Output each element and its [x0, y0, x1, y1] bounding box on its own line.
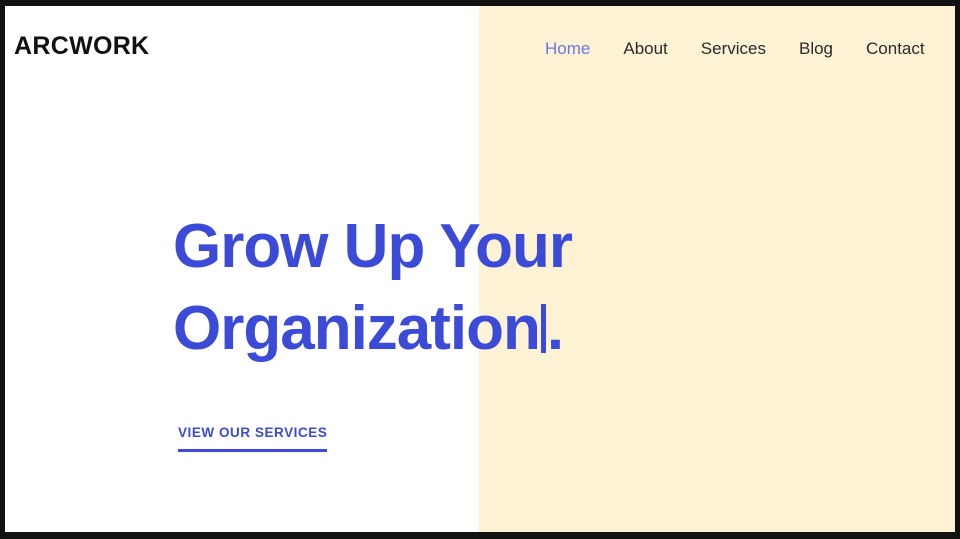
hero-heading-typed-text: Organization	[173, 294, 541, 364]
hero-heading-line-1: Grow Up Your	[173, 212, 573, 281]
text-cursor-icon	[540, 303, 546, 354]
view-our-services-link[interactable]: VIEW OUR SERVICES	[178, 426, 328, 452]
nav-item-contact[interactable]: Contact	[866, 39, 925, 59]
main-navigation: Home About Services Blog Contact	[545, 39, 925, 59]
hero-heading: Grow Up Your Organization.	[173, 206, 873, 371]
nav-item-about[interactable]: About	[623, 39, 667, 59]
browser-frame: ARCWORK Home About Services Blog Contact…	[0, 0, 960, 539]
nav-item-services[interactable]: Services	[701, 39, 766, 59]
hero-section: Grow Up Your Organization. VIEW OUR SERV…	[173, 206, 873, 452]
nav-item-home[interactable]: Home	[545, 39, 590, 59]
hero-heading-line-2: Organization.	[173, 288, 873, 370]
site-header: ARCWORK Home About Services Blog Contact	[5, 6, 955, 88]
nav-item-blog[interactable]: Blog	[799, 39, 833, 59]
hero-cta-wrapper: VIEW OUR SERVICES	[178, 424, 328, 452]
site-logo[interactable]: ARCWORK	[14, 34, 149, 59]
page-viewport: ARCWORK Home About Services Blog Contact…	[5, 6, 955, 532]
hero-heading-period: .	[546, 294, 564, 364]
